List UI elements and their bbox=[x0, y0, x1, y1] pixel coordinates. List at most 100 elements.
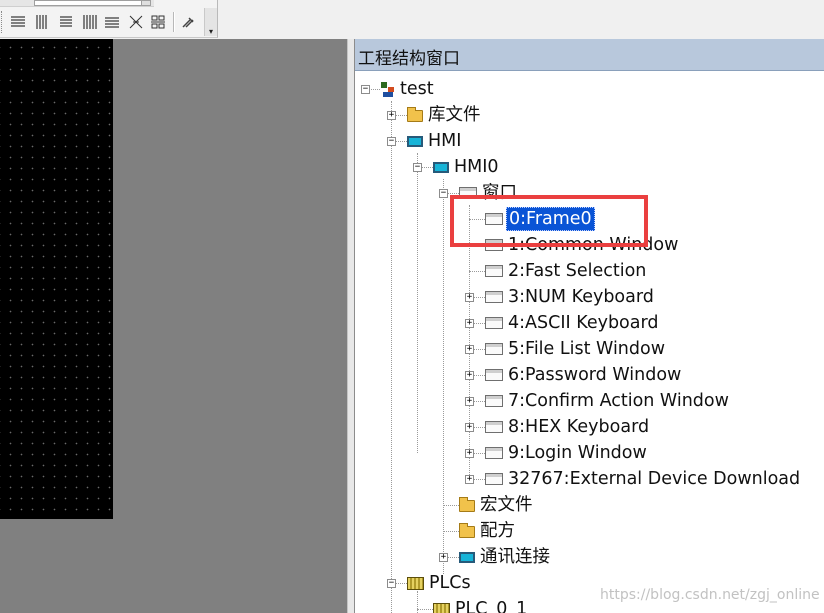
project-icon bbox=[381, 81, 395, 98]
tree-node-recipe[interactable]: 配方 bbox=[459, 519, 517, 543]
folder-icon bbox=[407, 107, 423, 122]
hmi-icon bbox=[459, 551, 475, 563]
project-structure-panel: 工程结构窗口 − + − − − + + + + + + + + + − tes… bbox=[354, 39, 824, 613]
tools-button[interactable] bbox=[178, 11, 198, 33]
tree-node-label: test bbox=[400, 79, 434, 99]
collapse-expander[interactable]: − bbox=[387, 579, 396, 588]
hmi-icon bbox=[407, 135, 423, 147]
align-center-icon bbox=[60, 16, 72, 27]
expand-expander[interactable]: + bbox=[465, 293, 474, 302]
window-icon bbox=[485, 447, 503, 459]
tree-node-label: HMI bbox=[428, 131, 462, 151]
collapse-expander[interactable]: − bbox=[439, 189, 448, 198]
chevron-down-icon: ▾ bbox=[208, 27, 213, 36]
toolbar-combo-arrow[interactable] bbox=[141, 0, 151, 6]
tree-node-window[interactable]: 9:Login Window bbox=[485, 441, 649, 465]
expand-expander[interactable]: + bbox=[465, 475, 474, 484]
align-lines-button[interactable] bbox=[32, 11, 52, 33]
design-screen[interactable] bbox=[0, 39, 113, 519]
plc-icon bbox=[407, 576, 424, 590]
panel-header: 工程结构窗口 bbox=[355, 39, 824, 71]
toolbar-grip[interactable] bbox=[1, 11, 4, 33]
tree-node-label: 3:NUM Keyboard bbox=[508, 287, 654, 307]
alignment-toolbar: ▾ bbox=[0, 0, 218, 38]
align-left-icon bbox=[11, 16, 25, 27]
window-icon bbox=[485, 343, 503, 355]
tree-node-label: 8:HEX Keyboard bbox=[508, 417, 650, 437]
collapse-expander[interactable]: − bbox=[361, 85, 370, 94]
align-left-button[interactable] bbox=[8, 11, 28, 33]
expand-expander[interactable]: + bbox=[387, 111, 396, 120]
tree-node-window[interactable]: 7:Confirm Action Window bbox=[485, 389, 731, 413]
tree-node-label: 9:Login Window bbox=[508, 443, 647, 463]
tree-node-label: 通讯连接 bbox=[480, 547, 550, 567]
window-icon bbox=[485, 369, 503, 381]
distribute-vertical-icon bbox=[83, 15, 97, 29]
tree-node-window[interactable]: 1:Common Window bbox=[485, 233, 680, 257]
align-lines-icon bbox=[36, 15, 47, 29]
window-icon bbox=[485, 265, 503, 277]
toolbar-combo[interactable] bbox=[34, 0, 142, 6]
window-icon bbox=[485, 291, 503, 303]
tree-connector bbox=[443, 531, 459, 532]
tree-connector bbox=[443, 179, 444, 574]
toolbar-separator bbox=[173, 12, 175, 32]
tree-node-window[interactable]: 8:HEX Keyboard bbox=[485, 415, 651, 439]
tree-node-label: 2:Fast Selection bbox=[508, 261, 647, 281]
tree-node-label: 配方 bbox=[480, 521, 515, 541]
editor-canvas-area[interactable] bbox=[0, 39, 347, 613]
collapse-expander[interactable]: − bbox=[413, 163, 422, 172]
panel-title: 工程结构窗口 bbox=[358, 49, 460, 69]
toolbar-overflow-button[interactable]: ▾ bbox=[204, 8, 217, 36]
tree-node-label: 窗口 bbox=[482, 183, 517, 203]
panel-splitter[interactable] bbox=[347, 39, 354, 613]
tree-node-macro[interactable]: 宏文件 bbox=[459, 493, 535, 517]
tree-connector bbox=[417, 609, 433, 610]
collapse-expander[interactable]: − bbox=[387, 137, 396, 146]
tree-node-plcs[interactable]: PLCs bbox=[407, 571, 473, 595]
window-icon bbox=[485, 473, 503, 485]
tree-node-hmi[interactable]: HMI bbox=[407, 129, 463, 153]
tree-node-plc0[interactable]: PLC_0_1 bbox=[433, 597, 529, 613]
expand-expander[interactable]: + bbox=[465, 449, 474, 458]
tree-node-label: 4:ASCII Keyboard bbox=[508, 313, 659, 333]
folder-icon bbox=[459, 497, 475, 512]
project-tree: − + − − − + + + + + + + + + − test 库文件 H… bbox=[355, 71, 824, 613]
tree-node-window[interactable]: 32767:External Device Download bbox=[485, 467, 802, 491]
distribute-pattern-icon bbox=[129, 15, 143, 29]
tools-icon bbox=[182, 17, 194, 28]
folder-icon bbox=[459, 523, 475, 538]
expand-expander[interactable]: + bbox=[439, 553, 448, 562]
tree-node-window[interactable]: 2:Fast Selection bbox=[485, 259, 648, 283]
tree-node-root[interactable]: test bbox=[381, 77, 436, 101]
tree-node-label: PLC_0_1 bbox=[455, 599, 528, 613]
window-icon bbox=[485, 213, 503, 225]
expand-expander[interactable]: + bbox=[465, 423, 474, 432]
align-horizontal-icon bbox=[105, 17, 119, 28]
tree-connector bbox=[417, 153, 418, 453]
tree-node-window[interactable]: 4:ASCII Keyboard bbox=[485, 311, 660, 335]
tree-node-label: 7:Confirm Action Window bbox=[508, 391, 729, 411]
tree-connector bbox=[469, 271, 485, 272]
align-horizontal-button[interactable] bbox=[102, 11, 122, 33]
distribute-vertical-button[interactable] bbox=[80, 11, 100, 33]
expand-expander[interactable]: + bbox=[465, 371, 474, 380]
tree-node-library[interactable]: 库文件 bbox=[407, 103, 483, 127]
tree-node-hmi0[interactable]: HMI0 bbox=[433, 155, 501, 179]
align-center-button[interactable] bbox=[56, 11, 76, 33]
tree-node-window-frame0[interactable]: 0:Frame0 bbox=[485, 207, 595, 231]
window-icon bbox=[485, 421, 503, 433]
expand-expander[interactable]: + bbox=[465, 397, 474, 406]
group-layout-button[interactable] bbox=[148, 11, 168, 33]
tree-node-window[interactable]: 3:NUM Keyboard bbox=[485, 285, 656, 309]
expand-expander[interactable]: + bbox=[465, 319, 474, 328]
tree-node-window[interactable]: 5:File List Window bbox=[485, 337, 667, 361]
tree-node-comm[interactable]: 通讯连接 bbox=[459, 545, 552, 569]
tree-node-label: 6:Password Window bbox=[508, 365, 682, 385]
tree-node-windows-folder[interactable]: 窗口 bbox=[459, 181, 519, 205]
tree-node-window[interactable]: 6:Password Window bbox=[485, 363, 683, 387]
distribute-pattern-button[interactable] bbox=[126, 11, 146, 33]
window-icon bbox=[485, 395, 503, 407]
tree-node-label: PLCs bbox=[429, 573, 471, 593]
expand-expander[interactable]: + bbox=[465, 345, 474, 354]
